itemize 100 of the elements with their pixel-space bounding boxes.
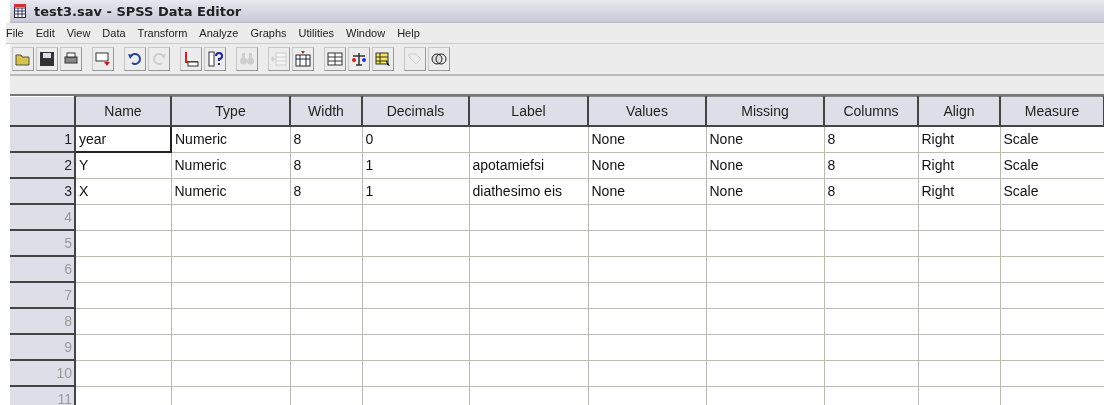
table-cell[interactable] bbox=[469, 334, 588, 360]
table-cell[interactable] bbox=[469, 308, 588, 334]
toolbar-button[interactable] bbox=[372, 47, 394, 71]
table-cell[interactable]: Right bbox=[918, 178, 1000, 204]
table-cell[interactable]: diathesimo eis bbox=[469, 178, 588, 204]
row-number[interactable]: 2 bbox=[10, 152, 75, 178]
table-cell[interactable] bbox=[588, 282, 706, 308]
table-cell[interactable]: 8 bbox=[824, 152, 918, 178]
column-header[interactable]: Decimals bbox=[362, 96, 469, 126]
toolbar-button[interactable] bbox=[36, 47, 58, 71]
menu-item[interactable]: View bbox=[66, 27, 91, 39]
table-cell[interactable] bbox=[171, 204, 290, 230]
table-cell[interactable] bbox=[1000, 230, 1104, 256]
table-cell[interactable] bbox=[706, 256, 824, 282]
menu-item[interactable]: Edit bbox=[35, 27, 55, 39]
table-cell[interactable] bbox=[1000, 308, 1104, 334]
toolbar-button[interactable] bbox=[348, 47, 370, 71]
table-cell[interactable] bbox=[362, 256, 469, 282]
table-cell[interactable]: None bbox=[588, 126, 706, 152]
menu-item[interactable]: Window bbox=[346, 27, 386, 39]
toolbar-button[interactable] bbox=[428, 47, 450, 71]
table-cell[interactable]: Numeric bbox=[171, 178, 290, 204]
table-cell[interactable] bbox=[362, 360, 469, 386]
column-header[interactable]: Label bbox=[469, 96, 588, 126]
table-cell[interactable] bbox=[824, 308, 918, 334]
table-cell[interactable] bbox=[588, 256, 706, 282]
table-cell[interactable]: Scale bbox=[1000, 152, 1104, 178]
column-header[interactable]: Name bbox=[75, 96, 171, 126]
table-cell[interactable] bbox=[824, 360, 918, 386]
toolbar-button[interactable] bbox=[60, 47, 82, 71]
table-cell[interactable] bbox=[290, 360, 362, 386]
table-cell[interactable] bbox=[362, 308, 469, 334]
toolbar-button[interactable] bbox=[324, 47, 346, 71]
table-cell[interactable]: Y bbox=[75, 152, 171, 178]
table-cell[interactable] bbox=[824, 230, 918, 256]
row-number[interactable]: 3 bbox=[10, 178, 75, 204]
table-cell[interactable] bbox=[1000, 204, 1104, 230]
column-header[interactable]: Columns bbox=[824, 96, 918, 126]
table-cell[interactable] bbox=[824, 282, 918, 308]
table-cell[interactable]: Right bbox=[918, 152, 1000, 178]
table-cell[interactable] bbox=[588, 308, 706, 334]
table-cell[interactable] bbox=[588, 204, 706, 230]
column-header[interactable]: Width bbox=[290, 96, 362, 126]
table-cell[interactable]: 8 bbox=[290, 152, 362, 178]
table-cell[interactable] bbox=[171, 334, 290, 360]
table-cell[interactable]: 8 bbox=[824, 126, 918, 152]
table-cell[interactable] bbox=[918, 230, 1000, 256]
menu-item[interactable]: Transform bbox=[137, 27, 188, 39]
table-cell[interactable]: None bbox=[706, 152, 824, 178]
table-cell[interactable] bbox=[706, 230, 824, 256]
table-cell[interactable] bbox=[918, 282, 1000, 308]
table-cell[interactable] bbox=[1000, 334, 1104, 360]
menu-item[interactable]: File bbox=[6, 27, 24, 39]
table-cell[interactable] bbox=[290, 204, 362, 230]
menu-item[interactable]: Graphs bbox=[250, 27, 287, 39]
table-cell[interactable]: 8 bbox=[824, 178, 918, 204]
table-cell[interactable] bbox=[824, 334, 918, 360]
table-cell[interactable] bbox=[290, 230, 362, 256]
table-cell[interactable] bbox=[918, 334, 1000, 360]
table-cell[interactable] bbox=[171, 308, 290, 334]
menu-item[interactable]: Analyze bbox=[199, 27, 239, 39]
toolbar-button[interactable] bbox=[92, 47, 114, 71]
table-cell[interactable] bbox=[290, 334, 362, 360]
table-cell[interactable] bbox=[469, 360, 588, 386]
table-cell[interactable]: None bbox=[706, 178, 824, 204]
toolbar-button[interactable] bbox=[292, 47, 314, 71]
table-cell[interactable] bbox=[469, 230, 588, 256]
column-header[interactable]: Missing bbox=[706, 96, 824, 126]
table-cell[interactable]: Scale bbox=[1000, 126, 1104, 152]
table-cell[interactable]: None bbox=[588, 178, 706, 204]
table-cell[interactable] bbox=[706, 204, 824, 230]
table-cell[interactable] bbox=[706, 308, 824, 334]
table-cell[interactable]: Right bbox=[918, 126, 1000, 152]
table-cell[interactable] bbox=[824, 256, 918, 282]
table-cell[interactable] bbox=[362, 282, 469, 308]
table-cell[interactable]: X bbox=[75, 178, 171, 204]
table-cell[interactable] bbox=[171, 360, 290, 386]
table-cell[interactable]: 8 bbox=[290, 178, 362, 204]
table-cell[interactable] bbox=[362, 230, 469, 256]
table-cell[interactable] bbox=[588, 360, 706, 386]
table-cell[interactable] bbox=[706, 360, 824, 386]
table-cell[interactable]: 0 bbox=[362, 126, 469, 152]
table-cell[interactable] bbox=[469, 204, 588, 230]
table-cell[interactable]: year bbox=[75, 126, 171, 152]
table-cell[interactable] bbox=[918, 256, 1000, 282]
table-cell[interactable] bbox=[290, 308, 362, 334]
table-cell[interactable]: 1 bbox=[362, 152, 469, 178]
table-cell[interactable] bbox=[290, 256, 362, 282]
table-cell[interactable] bbox=[362, 204, 469, 230]
table-cell[interactable] bbox=[1000, 256, 1104, 282]
table-cell[interactable] bbox=[588, 230, 706, 256]
toolbar-button[interactable] bbox=[180, 47, 202, 71]
table-cell[interactable] bbox=[918, 204, 1000, 230]
table-cell[interactable] bbox=[362, 334, 469, 360]
table-cell[interactable] bbox=[706, 282, 824, 308]
row-number[interactable]: 1 bbox=[10, 126, 75, 152]
table-cell[interactable] bbox=[588, 334, 706, 360]
table-cell[interactable] bbox=[469, 256, 588, 282]
table-cell[interactable] bbox=[918, 308, 1000, 334]
table-cell[interactable] bbox=[171, 256, 290, 282]
